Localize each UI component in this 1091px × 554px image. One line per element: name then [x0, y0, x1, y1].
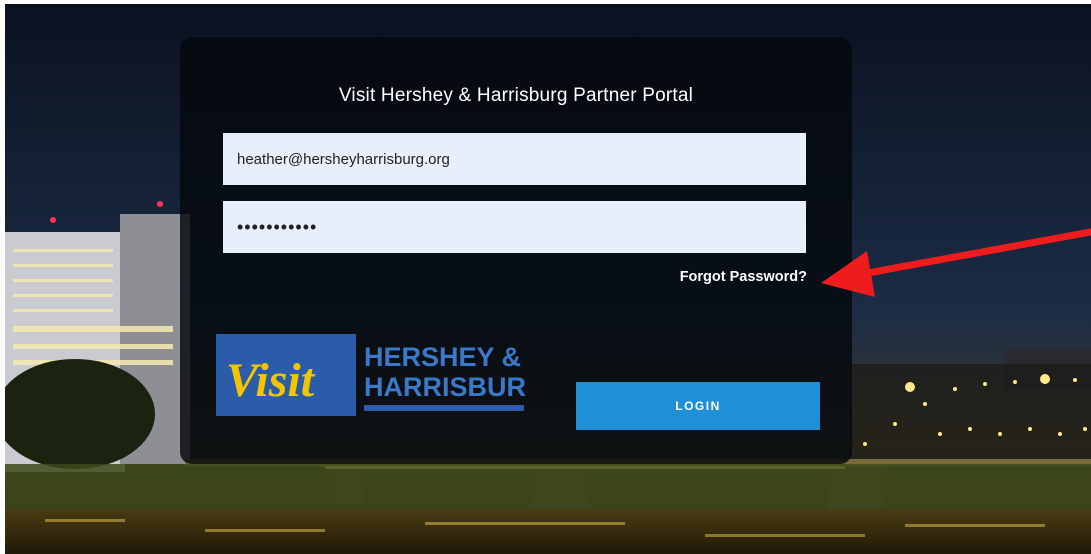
svg-text:Visit: Visit [226, 354, 316, 407]
visit-hershey-harrisburg-logo: Visit HERSHEY & HARRISBURG [216, 334, 526, 416]
login-panel: Visit Hershey & Harrisburg Partner Porta… [180, 37, 852, 464]
portal-title: Visit Hershey & Harrisburg Partner Porta… [338, 85, 694, 106]
password-field[interactable] [223, 201, 806, 253]
forgot-password-link[interactable]: Forgot Password? [680, 269, 807, 285]
red-arrow-annotation [821, 228, 1091, 297]
svg-text:HERSHEY &: HERSHEY & [364, 342, 521, 372]
svg-text:HARRISBURG: HARRISBURG [364, 372, 526, 402]
email-field[interactable] [223, 133, 806, 185]
screenshot-frame: Visit Hershey & Harrisburg Partner Porta… [0, 0, 1091, 554]
login-button[interactable]: LOGIN [576, 382, 820, 430]
